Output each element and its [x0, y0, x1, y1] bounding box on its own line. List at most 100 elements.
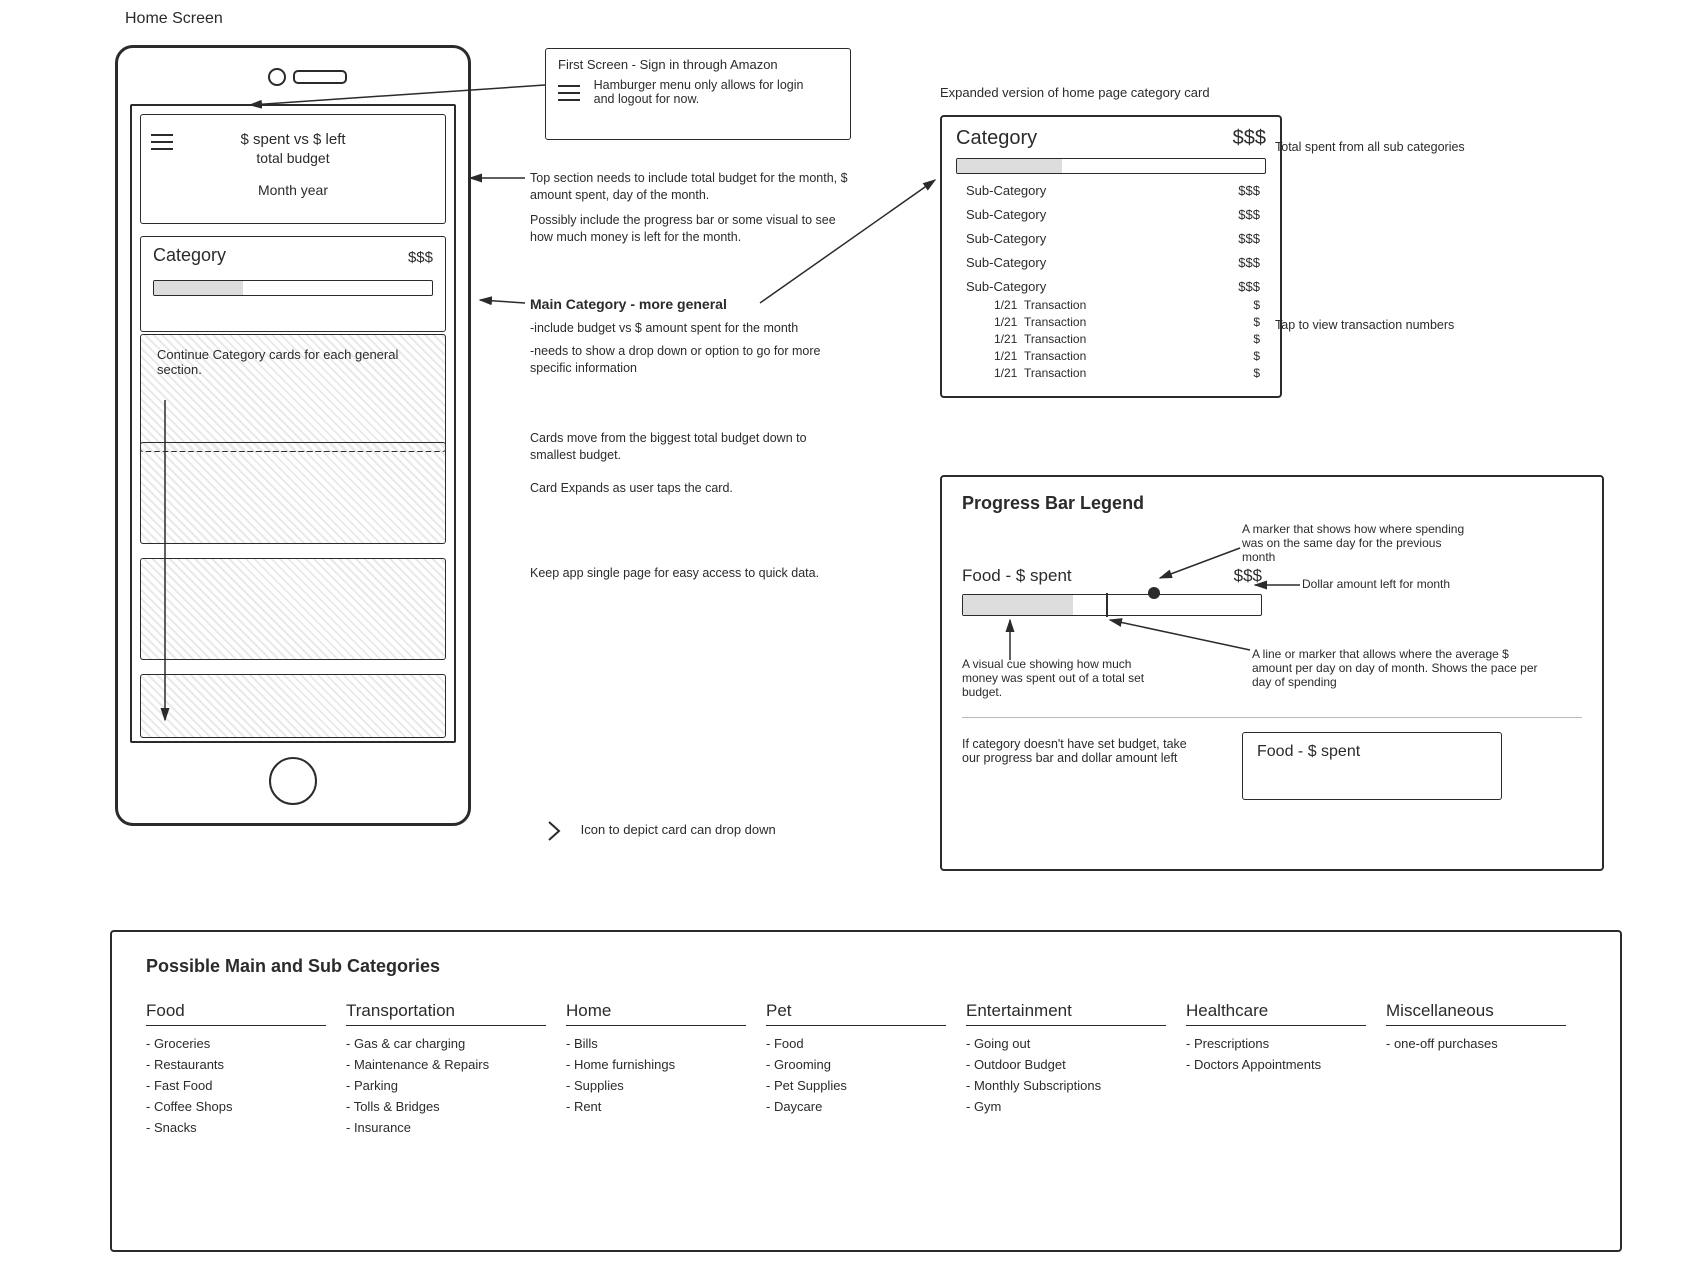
expanded-card-title: Expanded version of home page category c…	[940, 85, 1210, 100]
transaction-row[interactable]: 1/21 Transaction $	[994, 315, 1260, 329]
transaction-amount: $	[1253, 298, 1260, 312]
anno-cards-order: Cards move from the biggest total budget…	[530, 430, 850, 464]
category-item: - Gym	[966, 1099, 1166, 1114]
summary-card[interactable]: $ spent vs $ left total budget Month yea…	[140, 114, 446, 224]
category-column-header: Healthcare	[1186, 1001, 1366, 1026]
category-item: - Groceries	[146, 1036, 326, 1051]
side-note-total: Total spent from all sub categories	[1275, 140, 1505, 154]
expand-chevron-note: Icon to depict card can drop down	[545, 820, 776, 842]
legend-amount: $$$	[1234, 566, 1262, 586]
callout-body: Hamburger menu only allows for login and…	[594, 78, 804, 106]
expanded-progress-bar	[956, 158, 1266, 174]
category-item: - Coffee Shops	[146, 1099, 326, 1114]
category-item: - Food	[766, 1036, 946, 1051]
expanded-amount: $$$	[1233, 127, 1266, 150]
category-card[interactable]: Category $$$	[140, 236, 446, 332]
category-column: Miscellaneous - one-off purchases	[1386, 1001, 1566, 1141]
subcategory-amount: $$$	[1238, 255, 1260, 270]
legend-note-avg: A line or marker that allows where the a…	[1252, 647, 1542, 689]
category-column-header: Miscellaneous	[1386, 1001, 1566, 1026]
category-item: - Rent	[566, 1099, 746, 1114]
anno-text: -needs to show a drop down or option to …	[530, 343, 850, 377]
anno-cards-expand: Card Expands as user taps the card.	[530, 480, 850, 497]
hamburger-icon	[558, 80, 580, 106]
transaction-date: 1/21 Transaction	[994, 349, 1086, 363]
placeholder-card	[140, 558, 446, 660]
category-item: - Prescriptions	[1186, 1036, 1366, 1051]
category-card-amount: $$$	[408, 249, 433, 266]
subcategory-row[interactable]: Sub-Category$$$	[966, 279, 1260, 294]
anno-top-section: Top section needs to include total budge…	[530, 170, 850, 246]
category-item: - Going out	[966, 1036, 1166, 1051]
subcategory-amount: $$$	[1238, 279, 1260, 294]
category-column: Transportation- Gas & car charging- Main…	[346, 1001, 546, 1141]
category-item: - Maintenance & Repairs	[346, 1057, 546, 1072]
transaction-row[interactable]: 1/21 Transaction$	[994, 332, 1260, 346]
phone-speaker-bar	[293, 70, 347, 84]
category-column-header: Home	[566, 1001, 746, 1026]
anno-single-page: Keep app single page for easy access to …	[530, 565, 870, 582]
expanded-category-card[interactable]: Category $$$ Sub-Category$$$Sub-Category…	[940, 115, 1282, 398]
placeholder-card: Continue Category cards for each general…	[140, 334, 446, 452]
transaction-amount: $	[1253, 366, 1260, 380]
transaction-row[interactable]: 1/21 Transaction $	[994, 349, 1260, 363]
category-item: - Restaurants	[146, 1057, 326, 1072]
subcategory-amount: $$$	[1238, 231, 1260, 246]
summary-month-year: Month year	[141, 182, 445, 198]
category-item: - Grooming	[766, 1057, 946, 1072]
subcategory-label: Sub-Category	[966, 231, 1046, 246]
legend-note-dollar: Dollar amount left for month	[1302, 577, 1532, 591]
phone-home-button[interactable]	[269, 757, 317, 805]
category-column-header: Food	[146, 1001, 326, 1026]
expanded-header: Category	[956, 127, 1037, 150]
category-card-title: Category	[153, 245, 226, 265]
anno-text: Top section needs to include total budge…	[530, 170, 850, 204]
transaction-amount: $	[1253, 332, 1260, 346]
category-item: - Bills	[566, 1036, 746, 1051]
category-item: - Snacks	[146, 1120, 326, 1135]
side-note-tap: Tap to view transaction numbers	[1275, 318, 1505, 332]
transaction-row[interactable]: 1/21 Transaction$	[994, 298, 1260, 312]
legend-divider	[962, 717, 1582, 718]
continue-note: Continue Category cards for each general…	[157, 347, 429, 377]
category-column: Home- Bills- Home furnishings- Supplies-…	[566, 1001, 746, 1141]
legend-no-budget-card: Food - $ spent	[1242, 732, 1502, 800]
hamburger-icon[interactable]	[151, 129, 173, 155]
anno-main-category: Main Category - more general -include bu…	[530, 295, 850, 377]
categories-panel: Possible Main and Sub Categories Food- G…	[110, 930, 1622, 1252]
legend-fill	[963, 595, 1073, 615]
subcategory-row[interactable]: Sub-Category $$$	[966, 255, 1260, 270]
category-item: - Daycare	[766, 1099, 946, 1114]
legend-progress-bar	[962, 594, 1262, 616]
phone-screen: $ spent vs $ left total budget Month yea…	[130, 104, 456, 743]
category-item: - Monthly Subscriptions	[966, 1078, 1166, 1093]
page-title: Home Screen	[125, 10, 223, 28]
callout-title: First Screen - Sign in through Amazon	[558, 57, 838, 72]
subcategory-label: Sub-Category	[966, 255, 1046, 270]
transaction-amount: $	[1253, 349, 1260, 363]
first-screen-callout: First Screen - Sign in through Amazon Ha…	[545, 48, 851, 140]
category-column-header: Entertainment	[966, 1001, 1166, 1026]
transaction-date: 1/21 Transaction	[994, 315, 1086, 329]
subcategory-amount: $$$	[1238, 207, 1260, 222]
subcategory-row[interactable]: Sub-Category$$$	[966, 183, 1260, 198]
legend-label: Food - $ spent	[962, 566, 1072, 586]
category-item: - one-off purchases	[1386, 1036, 1566, 1051]
phone-camera-dot	[268, 68, 286, 86]
transaction-row[interactable]: 1/21 Transaction$	[994, 366, 1260, 380]
placeholder-card	[140, 674, 446, 738]
subcategory-row[interactable]: Sub-Category$$$	[966, 207, 1260, 222]
subcategory-label: Sub-Category	[966, 183, 1046, 198]
transaction-amount: $	[1253, 315, 1260, 329]
progress-bar-legend: Progress Bar Legend Food - $ spent $$$ A…	[940, 475, 1604, 871]
category-item: - Insurance	[346, 1120, 546, 1135]
category-column: Healthcare- Prescriptions- Doctors Appoi…	[1186, 1001, 1366, 1141]
legend-note-visual: A visual cue showing how much money was …	[962, 657, 1162, 699]
category-progress-bar	[153, 280, 433, 296]
category-item: - Parking	[346, 1078, 546, 1093]
legend-prev-month-marker	[1148, 587, 1160, 599]
subcategory-row[interactable]: Sub-Category $$$	[966, 231, 1260, 246]
phone-frame: $ spent vs $ left total budget Month yea…	[115, 45, 471, 826]
summary-spent-vs-left: $ spent vs $ left	[141, 131, 445, 148]
category-column: Food- Groceries- Restaurants- Fast Food-…	[146, 1001, 326, 1141]
